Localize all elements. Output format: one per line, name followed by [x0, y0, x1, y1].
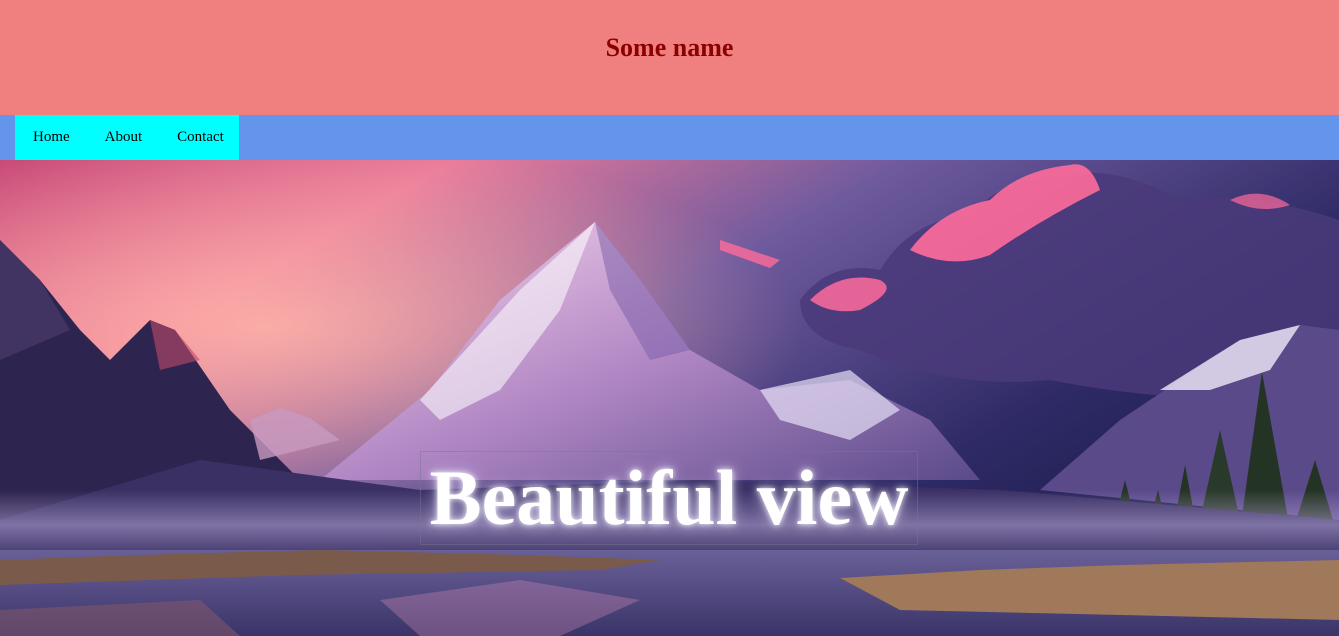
nav-list: Home About Contact	[15, 115, 239, 160]
hero-landscape-image	[0, 160, 1339, 636]
site-header: Some name	[0, 0, 1339, 115]
nav-link-contact[interactable]: Contact	[177, 129, 224, 146]
site-title: Some name	[605, 33, 734, 62]
hero-banner: Beautiful view	[0, 160, 1339, 636]
nav-link-home[interactable]: Home	[33, 129, 70, 146]
navbar: Home About Contact	[0, 115, 1339, 160]
nav-link-about[interactable]: About	[105, 129, 143, 146]
hero-caption: Beautiful view	[420, 451, 918, 545]
